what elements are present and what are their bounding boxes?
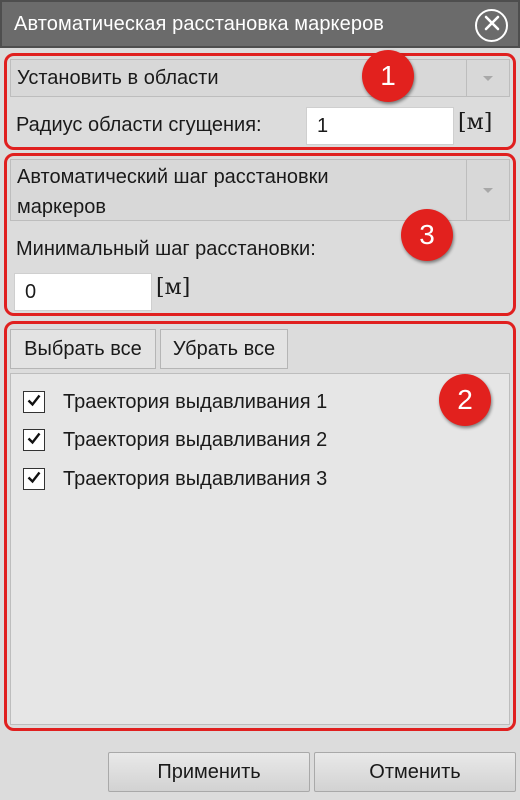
min-step-unit: [м] — [156, 275, 191, 300]
min-step-label: Минимальный шаг расстановки: — [16, 238, 316, 260]
trajectory-checkbox-3[interactable] — [23, 468, 45, 490]
radius-input[interactable]: 1 — [306, 107, 454, 145]
placement-mode-value: Установить в области — [17, 67, 219, 89]
annotation-badge-3: 3 — [401, 209, 453, 261]
cancel-label: Отменить — [369, 760, 461, 783]
list-item[interactable]: Траектория выдавливания 1 — [23, 388, 327, 416]
trajectory-checkbox-1[interactable] — [23, 391, 45, 413]
close-icon — [484, 15, 500, 36]
annotation-badge-2: 2 — [439, 374, 491, 426]
title-bar: Автоматическая расстановка маркеров — [0, 0, 520, 48]
trajectory-checkbox-2[interactable] — [23, 429, 45, 451]
step-mode-arrow[interactable] — [466, 160, 509, 220]
radius-unit: [м] — [458, 110, 493, 135]
trajectory-label-1: Траектория выдавливания 1 — [63, 390, 328, 413]
min-step-input[interactable]: 0 — [14, 273, 152, 311]
annotation-badge-1: 1 — [362, 50, 414, 102]
step-mode-value: Автоматический шаг расстановки маркеров — [17, 166, 329, 218]
apply-button[interactable]: Применить — [108, 752, 310, 792]
list-item[interactable]: Траектория выдавливания 2 — [23, 426, 327, 454]
checkmark-icon — [26, 392, 42, 413]
trajectory-label-2: Траектория выдавливания 2 — [63, 428, 328, 451]
placement-mode-arrow[interactable] — [466, 60, 509, 96]
apply-label: Применить — [157, 760, 261, 783]
select-all-label: Выбрать все — [24, 337, 142, 360]
deselect-all-button[interactable]: Убрать все — [160, 329, 288, 369]
trajectory-label-3: Траектория выдавливания 3 — [63, 467, 328, 490]
select-all-button[interactable]: Выбрать все — [10, 329, 156, 369]
min-step-value: 0 — [25, 280, 37, 303]
chevron-down-icon — [481, 179, 495, 202]
window-title: Автоматическая расстановка маркеров — [14, 13, 385, 35]
cancel-button[interactable]: Отменить — [314, 752, 516, 792]
checkmark-icon — [26, 430, 42, 451]
checkmark-icon — [26, 469, 42, 490]
list-item[interactable]: Траектория выдавливания 3 — [23, 465, 327, 493]
radius-value: 1 — [317, 114, 329, 137]
radius-label: Радиус области сгущения: — [16, 114, 262, 136]
close-button[interactable] — [475, 9, 508, 42]
placement-mode-dropdown[interactable]: Установить в области — [10, 59, 510, 97]
chevron-down-icon — [481, 67, 495, 90]
trajectory-list: Траектория выдавливания 1 Траектория выд… — [10, 373, 510, 725]
deselect-all-label: Убрать все — [172, 337, 276, 360]
